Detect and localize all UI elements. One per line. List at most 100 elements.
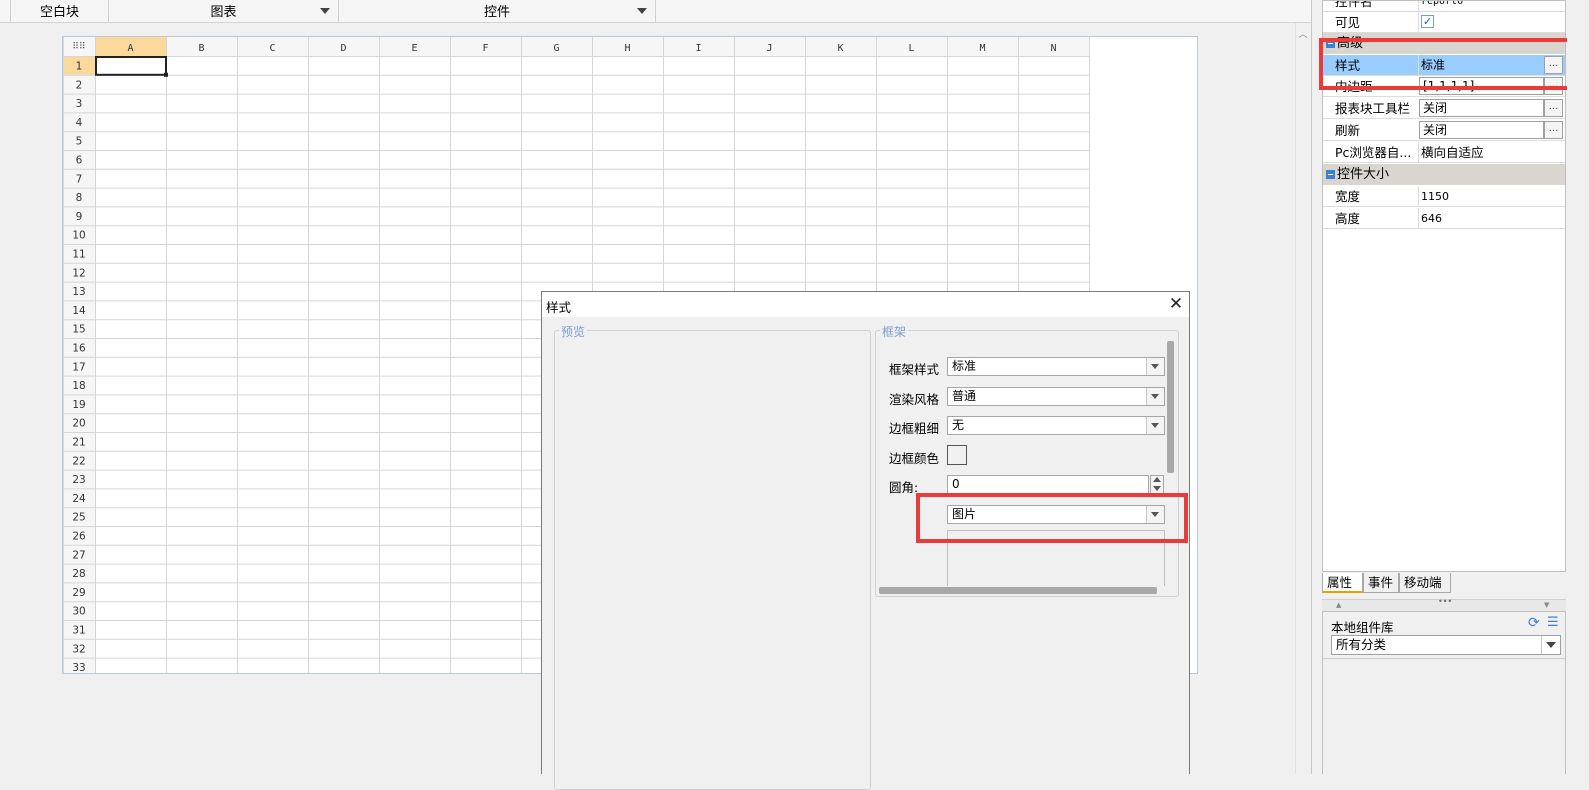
row-header[interactable]: 24 xyxy=(72,493,86,505)
tab-events[interactable]: 事件 xyxy=(1363,573,1399,593)
row-header[interactable]: 4 xyxy=(76,117,83,129)
spin-up-icon[interactable] xyxy=(1153,477,1161,482)
row-header[interactable]: 8 xyxy=(76,192,83,204)
row-header[interactable]: 29 xyxy=(72,587,85,599)
row-header[interactable]: 1 xyxy=(76,61,83,73)
prop-row-widget-name[interactable]: 控件名 report0 xyxy=(1323,1,1565,12)
prop-row-width[interactable]: 宽度 1150 xyxy=(1323,186,1565,207)
prop-row-visible[interactable]: 可见 ✓ xyxy=(1323,12,1565,33)
chevron-down-icon[interactable] xyxy=(1146,388,1164,405)
dialog-titlebar[interactable]: 样式 ✕ xyxy=(542,292,1189,317)
row-header[interactable]: 6 xyxy=(76,155,83,167)
column-header[interactable]: C xyxy=(269,43,275,54)
row-header[interactable]: 2 xyxy=(76,79,83,91)
row-header[interactable]: 3 xyxy=(76,98,83,110)
menu-icon[interactable]: ☰ xyxy=(1547,615,1559,630)
blank-block-button[interactable]: 空白块 xyxy=(11,0,109,22)
chevron-down-icon[interactable] xyxy=(1146,417,1164,434)
selected-cell[interactable] xyxy=(95,56,167,76)
column-header[interactable]: B xyxy=(198,43,204,54)
prop-row-pc-adaptive[interactable]: Pc浏览器自... 横向自适应 xyxy=(1323,142,1565,163)
tab-label: 属性 xyxy=(1327,575,1353,590)
row-header[interactable]: 7 xyxy=(76,173,83,185)
row-header[interactable]: 32 xyxy=(72,643,85,655)
row-header[interactable]: 33 xyxy=(72,662,85,673)
column-header[interactable]: K xyxy=(837,43,843,54)
frame-vertical-scrollbar[interactable] xyxy=(1167,341,1174,473)
border-width-select[interactable]: 无 xyxy=(947,416,1165,435)
row-header[interactable]: 18 xyxy=(72,380,85,392)
row-header[interactable]: 16 xyxy=(72,343,86,355)
column-header[interactable]: A xyxy=(127,43,133,54)
widget-dropdown[interactable]: 控件 xyxy=(339,0,656,22)
group-widget-size[interactable]: 控件大小 xyxy=(1323,164,1565,185)
canvas-vertical-scrollbar[interactable] xyxy=(1295,23,1312,774)
row-header[interactable]: 22 xyxy=(72,455,85,467)
column-header[interactable]: G xyxy=(553,43,559,54)
row-header[interactable]: 21 xyxy=(72,437,85,449)
row-header[interactable]: 15 xyxy=(72,324,85,336)
prop-row-toolbar[interactable]: 报表块工具栏 关闭 ... xyxy=(1323,98,1565,119)
tab-mobile[interactable]: 移动端 xyxy=(1399,573,1451,593)
widget-label: 控件 xyxy=(483,5,510,20)
refresh-field[interactable]: 关闭 xyxy=(1419,121,1544,139)
column-header[interactable]: H xyxy=(624,43,630,54)
frame-style-value: 标准 xyxy=(952,359,977,373)
row-header[interactable]: 17 xyxy=(72,361,85,373)
prop-row-height[interactable]: 高度 646 xyxy=(1323,208,1565,229)
collapse-icon[interactable] xyxy=(1326,170,1335,179)
chevron-down-icon[interactable] xyxy=(1541,636,1560,654)
scroll-up-icon[interactable]: ︿ xyxy=(1298,30,1308,40)
prop-row-refresh[interactable]: 刷新 关闭 ... xyxy=(1323,120,1565,141)
row-header[interactable]: 12 xyxy=(72,267,85,279)
frame-horizontal-scrollbar[interactable] xyxy=(879,587,1157,594)
frame-style-select[interactable]: 标准 xyxy=(947,357,1165,376)
column-header[interactable]: D xyxy=(340,43,346,54)
column-header[interactable]: E xyxy=(411,43,417,54)
chart-dropdown[interactable]: 图表 xyxy=(109,0,339,22)
row-header[interactable]: 25 xyxy=(72,512,85,524)
arrow-down-icon[interactable]: ▼ xyxy=(1544,601,1549,609)
chevron-down-icon xyxy=(320,8,330,14)
row-header[interactable]: 13 xyxy=(72,286,85,298)
column-header[interactable]: L xyxy=(908,43,914,54)
row-header[interactable]: 27 xyxy=(72,549,85,561)
toolbar-edit-button[interactable]: ... xyxy=(1544,99,1563,117)
toolbar-field[interactable]: 关闭 xyxy=(1419,99,1544,117)
preview-legend: 预览 xyxy=(559,323,588,340)
column-header[interactable]: J xyxy=(766,43,772,54)
row-header[interactable]: 19 xyxy=(72,399,85,411)
row-header[interactable]: 9 xyxy=(76,211,83,223)
arrow-up-icon[interactable]: ▲ xyxy=(1336,601,1341,609)
row-header[interactable]: 23 xyxy=(72,474,85,486)
visible-checkbox[interactable]: ✓ xyxy=(1421,15,1434,28)
row-header[interactable]: 20 xyxy=(72,418,85,430)
row-header[interactable]: 30 xyxy=(72,606,85,618)
refresh-icon[interactable]: ⟳ xyxy=(1528,615,1540,631)
row-header[interactable]: 31 xyxy=(72,625,85,637)
column-header[interactable]: M xyxy=(979,43,985,54)
row-header[interactable]: 28 xyxy=(72,568,85,580)
render-style-select[interactable]: 普通 xyxy=(947,387,1165,406)
close-icon[interactable]: ✕ xyxy=(1167,295,1185,313)
column-header[interactable]: N xyxy=(1050,43,1056,54)
row-header[interactable]: 26 xyxy=(72,531,86,543)
fill-handle[interactable] xyxy=(164,72,168,77)
row-header[interactable]: 5 xyxy=(76,136,83,148)
category-select[interactable]: 所有分类 xyxy=(1331,635,1561,655)
spin-down-icon[interactable] xyxy=(1153,486,1161,491)
row-header[interactable]: 10 xyxy=(72,230,85,242)
chevron-down-icon[interactable] xyxy=(1146,358,1164,375)
refresh-edit-button[interactable]: ... xyxy=(1544,121,1563,139)
prop-value: 646 xyxy=(1421,212,1442,225)
column-header[interactable]: F xyxy=(482,43,488,54)
radius-spinner[interactable] xyxy=(1150,475,1164,494)
component-list[interactable] xyxy=(1323,658,1565,774)
row-header[interactable]: 14 xyxy=(72,305,86,317)
radius-input[interactable]: 0 xyxy=(947,475,1149,494)
tab-properties[interactable]: 属性 xyxy=(1322,573,1363,593)
select-all-icon[interactable]: ⠿⠿ xyxy=(72,41,85,52)
column-header[interactable]: I xyxy=(695,43,701,54)
row-header[interactable]: 11 xyxy=(72,249,85,261)
border-color-swatch[interactable] xyxy=(947,445,967,465)
